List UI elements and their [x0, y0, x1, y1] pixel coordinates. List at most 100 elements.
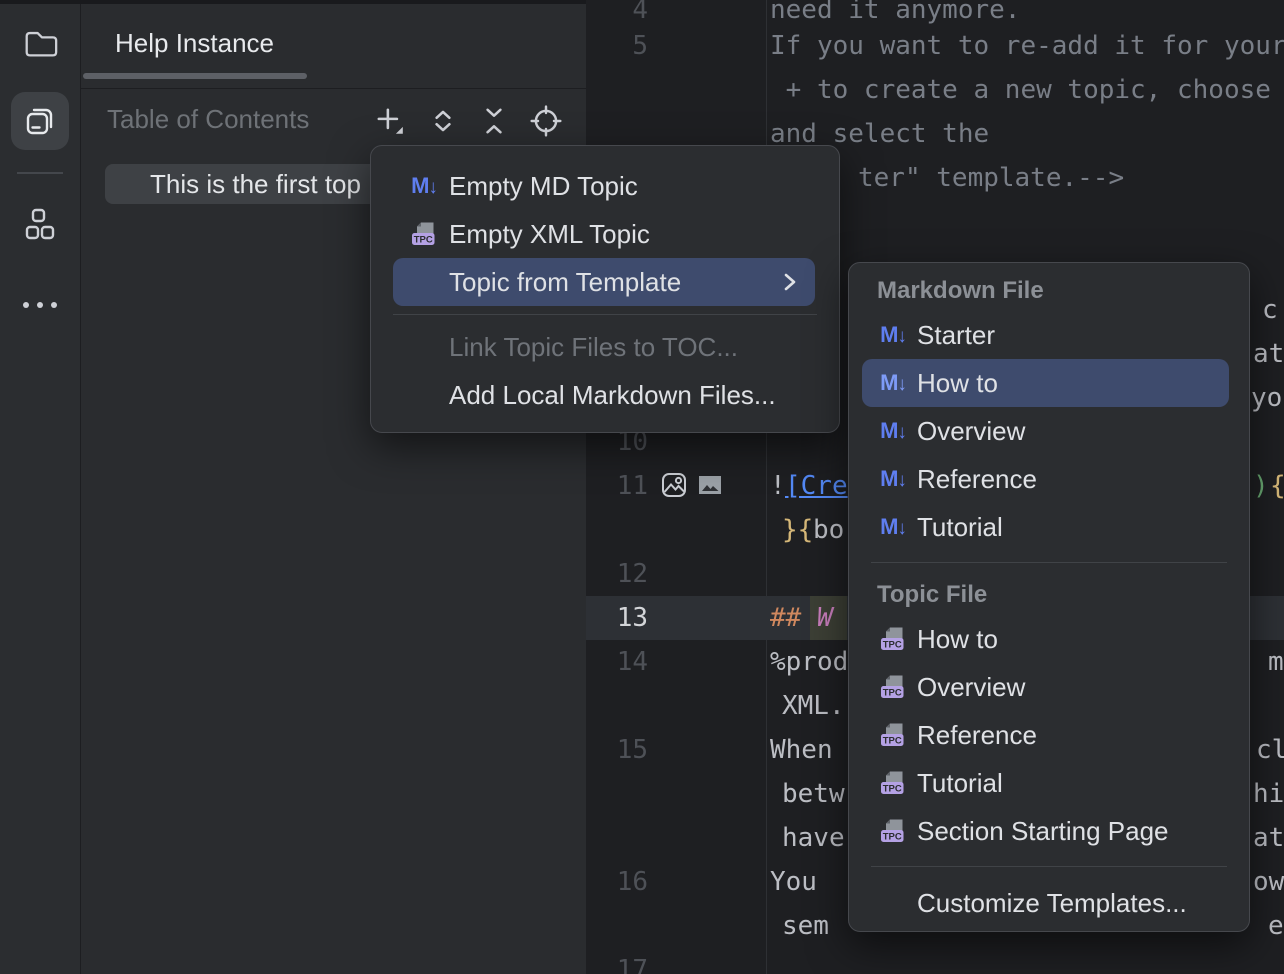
submenu-item-label: How to [917, 368, 998, 399]
gutter-line-number: 17 [586, 948, 648, 974]
editor-line: 17 [586, 948, 1284, 974]
image-outline-icon[interactable] [660, 471, 688, 499]
more-icon[interactable] [11, 276, 69, 334]
submenu-item-section-starting-page[interactable]: TPC Section Starting Page [849, 807, 1249, 855]
topic-from-template-submenu: Markdown File M↓ Starter M↓ How to M↓ Ov… [848, 262, 1250, 932]
fold-icon[interactable] [476, 103, 512, 139]
code-segment: bo [813, 508, 844, 552]
submenu-item-label: Customize Templates... [917, 888, 1187, 919]
gutter-line-number: 5 [586, 24, 648, 68]
topic-tpc-icon: TPC [879, 817, 907, 845]
code-segment: sem [782, 904, 829, 948]
window-top-edge [0, 0, 586, 4]
submenu-item-tutorial-md[interactable]: M↓ Tutorial [849, 503, 1249, 551]
submenu-item-label: Overview [917, 416, 1025, 447]
code-segment: his [1253, 772, 1284, 816]
structure-icon[interactable] [11, 196, 69, 254]
code-segment: ow [1253, 860, 1284, 904]
submenu-separator [871, 866, 1227, 867]
submenu-item-tutorial-topic[interactable]: TPC Tutorial [849, 759, 1249, 807]
gutter-image-icons [660, 471, 724, 499]
code-segment: You [770, 860, 817, 904]
code-segment: When [770, 728, 833, 772]
gutter-line-number: 15 [586, 728, 648, 772]
menu-item-label: Add Local Markdown Files... [449, 380, 776, 411]
instances-icon[interactable] [11, 92, 69, 150]
submenu-item-label: How to [917, 624, 998, 655]
code-segment: XML. [782, 684, 845, 728]
code-segment: at [1253, 816, 1284, 860]
menu-item-link-topic-files[interactable]: Link Topic Files to TOC... [371, 323, 839, 371]
markdown-icon: M↓ [879, 322, 907, 348]
code-segment: [Cre [785, 464, 848, 508]
code-segment: W [810, 596, 847, 640]
svg-text:TPC: TPC [883, 784, 902, 795]
submenu-item-reference-md[interactable]: M↓ Reference [849, 455, 1249, 503]
markdown-icon: M↓ [879, 514, 907, 540]
target-icon[interactable] [528, 103, 564, 139]
gutter-line-number: 16 [586, 860, 648, 904]
submenu-item-how-to-topic[interactable]: TPC How to [849, 615, 1249, 663]
submenu-item-label: Starter [917, 320, 995, 351]
code-segment: %prod [770, 640, 848, 684]
code-segment: you [1251, 376, 1284, 420]
svg-text:TPC: TPC [883, 640, 902, 651]
tool-window-stripe [0, 0, 81, 974]
code-segment: c [1262, 288, 1278, 332]
editor-line: 5 If you want to re-add it for your [586, 24, 1284, 68]
plus-dropdown-icon[interactable] [372, 103, 408, 139]
svg-text:TPC: TPC [883, 832, 902, 843]
unfold-icon[interactable] [425, 103, 461, 139]
svg-text:TPC: TPC [883, 736, 902, 747]
topic-tpc-icon: TPC [879, 673, 907, 701]
submenu-item-overview-topic[interactable]: TPC Overview [849, 663, 1249, 711]
tool-window-active-indicator [83, 73, 307, 79]
folder-icon[interactable] [11, 15, 69, 73]
menu-item-empty-md-topic[interactable]: M↓ Empty MD Topic [371, 162, 839, 210]
submenu-item-label: Tutorial [917, 768, 1003, 799]
code-segment: betw [782, 772, 845, 816]
topic-tpc-icon: TPC [409, 220, 439, 248]
gutter-line-number: 13 [586, 596, 648, 640]
submenu-item-customize-templates[interactable]: Customize Templates... [849, 879, 1249, 927]
gutter-line-number: 11 [586, 464, 648, 508]
submenu-item-starter[interactable]: M↓ Starter [849, 311, 1249, 359]
tool-window-title: Help Instance [115, 28, 274, 59]
menu-item-add-local-markdown[interactable]: Add Local Markdown Files... [371, 371, 839, 419]
image-filled-icon[interactable] [696, 471, 724, 499]
code-segment: ## [770, 596, 801, 640]
submenu-item-label: Reference [917, 464, 1037, 495]
markdown-icon: M↓ [879, 370, 907, 396]
editor-line: + to create a new topic, choose [586, 68, 1284, 112]
menu-item-label: Empty XML Topic [449, 219, 650, 250]
submenu-item-label: Tutorial [917, 512, 1003, 543]
code-segment: m [1268, 640, 1284, 684]
menu-item-empty-xml-topic[interactable]: TPC Empty XML Topic [371, 210, 839, 258]
toc-label: Table of Contents [107, 104, 309, 135]
code-segment: { [1270, 464, 1284, 508]
submenu-item-reference-topic[interactable]: TPC Reference [849, 711, 1249, 759]
menu-item-topic-from-template[interactable]: Topic from Template [393, 258, 815, 306]
code-segment: cl [1256, 728, 1284, 772]
submenu-item-overview-md[interactable]: M↓ Overview [849, 407, 1249, 455]
submenu-item-label: Overview [917, 672, 1025, 703]
code-segment: e [1268, 904, 1284, 948]
submenu-arrow-icon [781, 270, 799, 294]
code-segment: If you want to re-add it for your [770, 24, 1284, 68]
menu-item-label: Topic from Template [449, 267, 681, 298]
submenu-item-label: Section Starting Page [917, 816, 1169, 847]
topic-tpc-icon: TPC [879, 625, 907, 653]
menu-separator [393, 314, 817, 315]
code-segment: ) [1253, 464, 1269, 508]
topic-tpc-icon: TPC [879, 769, 907, 797]
svg-text:TPC: TPC [883, 688, 902, 699]
menu-item-label: Link Topic Files to TOC... [449, 332, 738, 363]
menu-item-label: Empty MD Topic [449, 171, 638, 202]
markdown-icon: M↓ [409, 173, 439, 199]
markdown-icon: M↓ [879, 418, 907, 444]
svg-text:TPC: TPC [414, 235, 433, 246]
submenu-item-how-to-md[interactable]: M↓ How to [862, 359, 1229, 407]
code-segment: have [782, 816, 845, 860]
markdown-icon: M↓ [879, 466, 907, 492]
new-topic-context-menu: M↓ Empty MD Topic TPC Empty XML Topic To… [370, 145, 840, 433]
